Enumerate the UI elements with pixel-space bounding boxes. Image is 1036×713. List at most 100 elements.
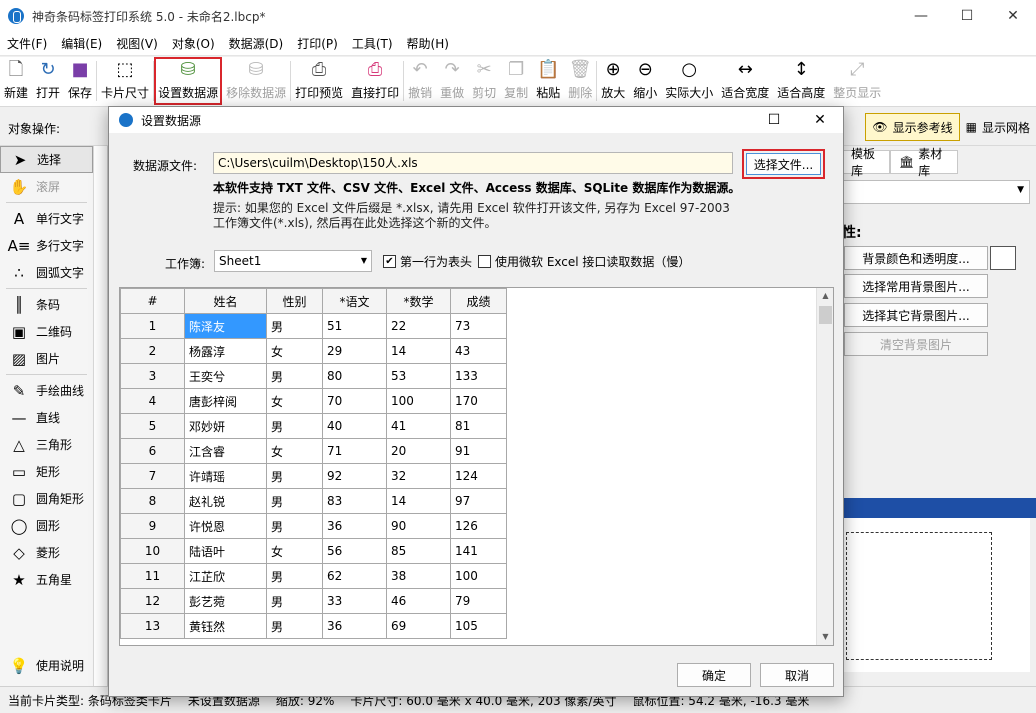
table-cell[interactable]: 黄钰然	[184, 613, 267, 639]
tool-round-rect[interactable]: ▢ 圆角矩形	[0, 485, 93, 512]
table-cell[interactable]: 杨露淳	[184, 338, 267, 364]
table-cell[interactable]: 赵礼锐	[184, 488, 267, 514]
table-cell[interactable]: 33	[322, 588, 387, 614]
set-datasource-button[interactable]: ⛁ 设置数据源	[154, 57, 223, 105]
new-button[interactable]: 🗋 新建	[0, 57, 32, 105]
table-cell[interactable]: 女	[266, 438, 323, 464]
table-cell[interactable]: 许悦恩	[184, 513, 267, 539]
tool-star[interactable]: ★ 五角星	[0, 566, 93, 593]
tool-multi-text[interactable]: A≡ 多行文字	[0, 232, 93, 259]
table-cell[interactable]: 女	[266, 388, 323, 414]
show-ref-lines-toggle[interactable]: 👁 显示参考线	[865, 113, 960, 141]
table-cell[interactable]: 20	[386, 438, 451, 464]
table-cell[interactable]: 唐彭梓阅	[184, 388, 267, 414]
fit-width-button[interactable]: ↔ 适合宽度	[717, 57, 773, 105]
other-bg-button[interactable]: 选择其它背景图片...	[844, 303, 988, 327]
bg-color-swatch[interactable]	[990, 246, 1016, 270]
col-header-index[interactable]: #	[120, 288, 185, 314]
undo-button[interactable]: ↶ 撤销	[404, 57, 436, 105]
tool-barcode[interactable]: ║ 条码	[0, 291, 93, 318]
table-cell[interactable]: 70	[322, 388, 387, 414]
menu-tools[interactable]: 工具(T)	[345, 32, 400, 56]
scroll-down-icon[interactable]: ▼	[817, 629, 833, 645]
table-row[interactable]: 9 许悦恩男 36 90 126	[120, 513, 507, 539]
dialog-close-button[interactable]: ✕	[797, 107, 843, 133]
menu-edit[interactable]: 编辑(E)	[54, 32, 109, 56]
data-preview-grid[interactable]: # 姓名 性别 *语文 *数学 成绩 1 陈泽友男 51 22 73 2 杨露淳女 29 14 4…	[119, 287, 834, 646]
col-header-name[interactable]: 姓名	[184, 288, 267, 314]
table-cell[interactable]: 133	[450, 363, 507, 389]
table-row[interactable]: 12 彭艺菀男 33 46 79	[120, 588, 507, 614]
tool-qrcode[interactable]: ▣ 二维码	[0, 318, 93, 345]
choose-file-button[interactable]: 选择文件...	[746, 153, 821, 175]
vertical-scrollbar[interactable]: ▲ ▼	[816, 288, 833, 645]
table-cell[interactable]: 43	[450, 338, 507, 364]
actual-size-button[interactable]: ○ 实际大小	[661, 57, 717, 105]
datasource-path-field[interactable]: C:\Users\cuilm\Desktop\150人.xls	[213, 152, 733, 174]
row-number-cell[interactable]: 8	[120, 488, 185, 514]
table-cell[interactable]: 41	[386, 413, 451, 439]
table-cell[interactable]: 170	[450, 388, 507, 414]
table-cell[interactable]: 62	[322, 563, 387, 589]
copy-button[interactable]: ❐ 复制	[500, 57, 532, 105]
clear-bg-button[interactable]: 清空背景图片	[844, 332, 988, 356]
show-grid-toggle[interactable]: ▦ 显示网格	[960, 113, 1036, 141]
redo-button[interactable]: ↷ 重做	[436, 57, 468, 105]
label-canvas[interactable]	[842, 518, 1030, 672]
tool-rect[interactable]: ▭ 矩形	[0, 458, 93, 485]
help-button[interactable]: 💡 使用说明	[0, 652, 84, 679]
table-cell[interactable]: 81	[450, 413, 507, 439]
table-cell[interactable]: 92	[322, 463, 387, 489]
menu-file[interactable]: 文件(F)	[0, 32, 54, 56]
row-number-cell[interactable]: 9	[120, 513, 185, 539]
table-row[interactable]: 10 陆语叶女 56 85 141	[120, 538, 507, 564]
col-header-gender[interactable]: 性别	[266, 288, 323, 314]
tool-line[interactable]: — 直线	[0, 404, 93, 431]
bg-color-button[interactable]: 背景颜色和透明度...	[844, 246, 988, 270]
tab-material-library[interactable]: 🏛 素材库	[890, 147, 958, 178]
cancel-button[interactable]: 取消	[760, 663, 834, 687]
card-size-button[interactable]: ⬚ 卡片尺寸	[97, 57, 153, 105]
workbook-select[interactable]: Sheet1 ▼	[214, 250, 372, 272]
dialog-maximize-button[interactable]: ☐	[751, 107, 797, 133]
table-cell[interactable]: 46	[386, 588, 451, 614]
property-select[interactable]: ▼	[842, 180, 1030, 204]
table-row[interactable]: 11 江芷欣男 62 38 100	[120, 563, 507, 589]
row-number-cell[interactable]: 13	[120, 613, 185, 639]
tool-triangle[interactable]: △ 三角形	[0, 431, 93, 458]
table-cell[interactable]: 105	[450, 613, 507, 639]
table-row[interactable]: 7 许靖瑶男 92 32 124	[120, 463, 507, 489]
col-header-score[interactable]: 成绩	[450, 288, 507, 314]
table-row[interactable]: 6 江含睿女 71 20 91	[120, 438, 507, 464]
table-cell[interactable]: 79	[450, 588, 507, 614]
table-cell[interactable]: 陈泽友	[184, 313, 267, 339]
table-cell[interactable]: 97	[450, 488, 507, 514]
row-number-cell[interactable]: 2	[120, 338, 185, 364]
table-cell[interactable]: 女	[266, 538, 323, 564]
table-cell[interactable]: 女	[266, 338, 323, 364]
row-number-cell[interactable]: 3	[120, 363, 185, 389]
table-cell[interactable]: 141	[450, 538, 507, 564]
table-row[interactable]: 2 杨露淳女 29 14 43	[120, 338, 507, 364]
table-cell[interactable]: 陆语叶	[184, 538, 267, 564]
col-header-math[interactable]: *数学	[386, 288, 451, 314]
tool-arc-text[interactable]: ∴ 圆弧文字	[0, 259, 93, 286]
common-bg-button[interactable]: 选择常用背景图片...	[844, 274, 988, 298]
use-ms-excel-checkbox[interactable]: 使用微软 Excel 接口读取数据（慢）	[478, 253, 690, 270]
table-cell[interactable]: 73	[450, 313, 507, 339]
table-cell[interactable]: 91	[450, 438, 507, 464]
row-number-cell[interactable]: 4	[120, 388, 185, 414]
table-cell[interactable]: 男	[266, 463, 323, 489]
print-preview-button[interactable]: ⎙ 打印预览	[291, 57, 347, 105]
tool-select[interactable]: ➤ 选择	[0, 146, 93, 173]
menu-datasource[interactable]: 数据源(D)	[222, 32, 291, 56]
ok-button[interactable]: 确定	[677, 663, 751, 687]
table-cell[interactable]: 邓妙妍	[184, 413, 267, 439]
row-number-cell[interactable]: 10	[120, 538, 185, 564]
menu-help[interactable]: 帮助(H)	[400, 32, 456, 56]
table-cell[interactable]: 江含睿	[184, 438, 267, 464]
tool-scroll[interactable]: ✋ 滚屏	[0, 173, 93, 200]
delete-button[interactable]: 🗑 删除	[564, 57, 596, 105]
table-cell[interactable]: 22	[386, 313, 451, 339]
first-row-header-checkbox[interactable]: ✔ 第一行为表头	[383, 253, 472, 270]
